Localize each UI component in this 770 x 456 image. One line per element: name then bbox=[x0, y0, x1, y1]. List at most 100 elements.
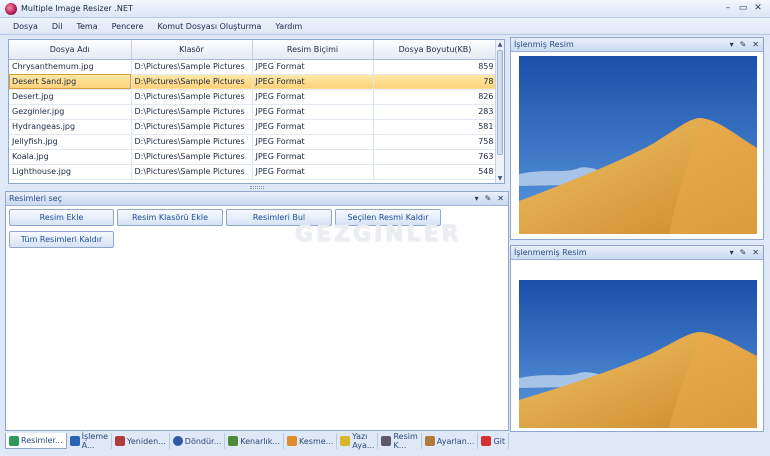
table-row[interactable]: Desert Sand.jpg D:\Pictures\Sample Pictur… bbox=[9, 74, 498, 90]
cell-size: 283 bbox=[373, 104, 498, 120]
cell-folder: D:\Pictures\Sample Pictures bbox=[131, 149, 253, 165]
splitter-grip[interactable] bbox=[250, 186, 264, 189]
processed-panel-title: İşlenmiş Resim bbox=[514, 40, 574, 49]
cell-format: JPEG Format bbox=[252, 104, 374, 120]
table-row[interactable]: Jellyfish.jpg D:\Pictures\Sample Pictures… bbox=[9, 134, 498, 150]
processed-panel-header: İşlenmiş Resim ▾ ✎ ✕ bbox=[511, 38, 763, 52]
menu-yardim[interactable]: Yardım bbox=[268, 22, 309, 31]
minimize-icon[interactable]: – bbox=[722, 3, 734, 14]
column-header-dosya-boyutu[interactable]: Dosya Boyutu(KB) bbox=[373, 40, 498, 60]
tab-label: İşleme A... bbox=[81, 432, 109, 450]
images-icon bbox=[9, 435, 19, 446]
column-header-dosya-adi[interactable]: Dosya Adı bbox=[9, 40, 132, 60]
table-row[interactable]: Hydrangeas.jpg D:\Pictures\Sample Picture… bbox=[9, 119, 498, 135]
cell-format: JPEG Format bbox=[252, 74, 374, 90]
cell-folder: D:\Pictures\Sample Pictures bbox=[131, 89, 253, 105]
menu-pencere[interactable]: Pencere bbox=[105, 22, 151, 31]
table-row[interactable]: Lighthouse.jpg D:\Pictures\Sample Picture… bbox=[9, 164, 498, 180]
cell-size: 758 bbox=[373, 134, 498, 150]
cell-folder: D:\Pictures\Sample Pictures bbox=[131, 119, 253, 135]
resize-icon bbox=[115, 436, 126, 446]
tab-kenarlik[interactable]: Kenarlık... bbox=[225, 433, 284, 449]
column-header-resim-bicimi[interactable]: Resim Biçimi bbox=[252, 40, 374, 60]
dropdown-icon[interactable]: ▾ bbox=[730, 40, 734, 49]
column-header-klasor[interactable]: Klasör bbox=[131, 40, 253, 60]
processed-image-panel: İşlenmiş Resim ▾ ✎ ✕ bbox=[510, 37, 764, 240]
rotate-icon bbox=[172, 436, 183, 446]
menu-tema[interactable]: Tema bbox=[69, 22, 104, 31]
add-image-folder-button[interactable]: Resim Klasörü Ekle bbox=[117, 209, 223, 226]
table-row[interactable]: Koala.jpg D:\Pictures\Sample Pictures JPEG… bbox=[9, 149, 498, 165]
table-row[interactable]: Chrysanthemum.jpg D:\Pictures\Sample Pict… bbox=[9, 59, 498, 75]
pin-icon[interactable]: ✎ bbox=[485, 194, 492, 203]
go-icon bbox=[481, 436, 492, 446]
tab-label: Kenarlık... bbox=[240, 436, 280, 446]
grid-scrollbar[interactable]: ▲ ▼ bbox=[495, 40, 504, 183]
tab-yazi[interactable]: Yazı Aya... bbox=[337, 432, 379, 450]
menu-komut-dosyasi[interactable]: Komut Dosyası Oluşturma bbox=[151, 22, 269, 31]
tab-yeniden[interactable]: Yeniden... bbox=[112, 433, 170, 449]
cell-folder: D:\Pictures\Sample Pictures bbox=[131, 74, 253, 90]
cell-folder: D:\Pictures\Sample Pictures bbox=[131, 59, 253, 75]
cell-file-name: Chrysanthemum.jpg bbox=[9, 59, 132, 75]
dropdown-icon[interactable]: ▾ bbox=[475, 194, 479, 203]
tab-label: Git bbox=[493, 436, 506, 446]
menu-dil[interactable]: Dil bbox=[45, 22, 70, 31]
tab-label: Resimler... bbox=[21, 436, 63, 445]
tab-resimler[interactable]: Resimler... bbox=[5, 433, 67, 449]
cell-size: 826 bbox=[373, 89, 498, 105]
tool-tabs: Resimler... İşleme A... Yeniden... Döndü… bbox=[5, 432, 510, 450]
processed-image bbox=[519, 56, 757, 234]
tab-git[interactable]: Git bbox=[478, 433, 510, 449]
cell-size: 859 bbox=[373, 59, 498, 75]
tab-isleme[interactable]: İşleme A... bbox=[67, 432, 113, 450]
border-icon bbox=[228, 436, 239, 446]
unprocessed-panel-header: İşlenmemiş Resim ▾ ✎ ✕ bbox=[511, 246, 763, 260]
tab-label: Ayarlan... bbox=[436, 436, 475, 446]
cell-format: JPEG Format bbox=[252, 89, 374, 105]
cell-format: JPEG Format bbox=[252, 164, 374, 180]
cell-folder: D:\Pictures\Sample Pictures bbox=[131, 104, 253, 120]
tab-resim-k[interactable]: Resim K... bbox=[378, 432, 422, 450]
app-icon bbox=[5, 2, 17, 15]
tab-label: Kesme... bbox=[299, 436, 334, 446]
desert-image bbox=[519, 280, 757, 428]
watermark-text: GEZGINLER bbox=[295, 222, 462, 247]
tab-label: Döndür... bbox=[184, 436, 222, 446]
scroll-thumb[interactable] bbox=[497, 50, 503, 155]
tab-kesme[interactable]: Kesme... bbox=[284, 433, 338, 449]
title-bar: Multiple Image Resizer .NET – ▭ ✕ bbox=[0, 0, 770, 18]
pin-icon[interactable]: ✎ bbox=[740, 40, 747, 49]
crop-icon bbox=[287, 436, 297, 446]
image-settings-icon bbox=[381, 436, 392, 446]
cell-size: 763 bbox=[373, 149, 498, 165]
scroll-down-icon[interactable]: ▼ bbox=[496, 174, 504, 183]
remove-all-images-button[interactable]: Tüm Resimleri Kaldır bbox=[9, 231, 114, 248]
dropdown-icon[interactable]: ▾ bbox=[730, 248, 734, 257]
tab-ayarlar[interactable]: Ayarlan... bbox=[422, 433, 479, 449]
unprocessed-image bbox=[519, 280, 757, 428]
file-grid: Dosya Adı Klasör Resim Biçimi Dosya Boyu… bbox=[8, 39, 505, 184]
unprocessed-image-panel: İşlenmemiş Resim ▾ ✎ ✕ bbox=[510, 245, 764, 432]
close-icon[interactable]: ✕ bbox=[752, 248, 759, 257]
close-icon[interactable]: ✕ bbox=[497, 194, 504, 203]
add-image-button[interactable]: Resim Ekle bbox=[9, 209, 114, 226]
cell-format: JPEG Format bbox=[252, 59, 374, 75]
cell-format: JPEG Format bbox=[252, 134, 374, 150]
close-icon[interactable]: ✕ bbox=[752, 3, 764, 14]
checklist-icon bbox=[69, 436, 80, 446]
scroll-up-icon[interactable]: ▲ bbox=[496, 40, 504, 49]
table-row[interactable]: Gezginler.jpg D:\Pictures\Sample Pictures… bbox=[9, 104, 498, 120]
cell-size: 78 bbox=[373, 74, 498, 90]
unprocessed-panel-title: İşlenmemiş Resim bbox=[514, 248, 587, 257]
cell-file-name: Desert Sand.jpg bbox=[9, 74, 132, 90]
menu-dosya[interactable]: Dosya bbox=[6, 22, 45, 31]
cell-file-name: Gezginler.jpg bbox=[9, 104, 132, 120]
close-icon[interactable]: ✕ bbox=[752, 40, 759, 49]
pin-icon[interactable]: ✎ bbox=[740, 248, 747, 257]
tab-dondur[interactable]: Döndür... bbox=[170, 433, 226, 449]
table-row[interactable]: Desert.jpg D:\Pictures\Sample Pictures JPE… bbox=[9, 89, 498, 105]
cell-folder: D:\Pictures\Sample Pictures bbox=[131, 134, 253, 150]
maximize-icon[interactable]: ▭ bbox=[737, 3, 749, 14]
menu-bar: Dosya Dil Tema Pencere Komut Dosyası Olu… bbox=[0, 18, 770, 35]
